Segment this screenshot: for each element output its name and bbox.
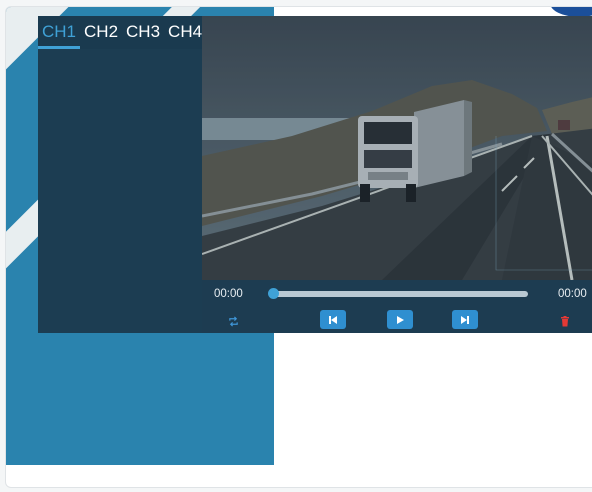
skip-next-icon <box>461 315 469 324</box>
video-image <box>202 16 592 280</box>
seek-bar[interactable] <box>268 288 528 299</box>
current-time: 00:00 <box>214 288 243 300</box>
channel-tabs: CH1 CH2 CH3 CH4 <box>38 16 202 49</box>
play-icon <box>397 315 404 324</box>
skip-previous-icon <box>329 315 337 324</box>
tab-ch1[interactable]: CH1 <box>38 16 81 49</box>
tab-ch3[interactable]: CH3 <box>122 16 164 49</box>
video-player: CH1 CH2 CH3 CH4 00:00 00:00 <box>38 16 592 333</box>
trash-icon[interactable] <box>560 314 570 332</box>
video-frame[interactable] <box>202 16 592 280</box>
total-time: 00:00 <box>558 288 587 300</box>
channel-file-list[interactable] <box>38 49 203 333</box>
tab-ch4[interactable]: CH4 <box>164 16 206 49</box>
previous-button[interactable] <box>320 310 346 329</box>
loop-icon[interactable] <box>228 314 239 332</box>
play-button[interactable] <box>387 310 413 329</box>
tab-ch2[interactable]: CH2 <box>80 16 122 49</box>
seek-handle[interactable] <box>268 288 279 299</box>
next-button[interactable] <box>452 310 478 329</box>
playback-controls: 00:00 00:00 <box>202 280 592 333</box>
